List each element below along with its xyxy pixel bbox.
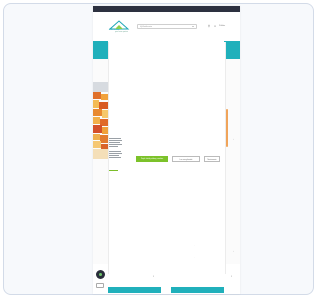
cookie-settings-button[interactable]: Nastavenie [204,156,220,162]
footer-left-button[interactable] [108,287,161,293]
hero-image-roof [93,82,108,92]
necessary-only-button[interactable]: Len nevyhnutné [172,156,200,162]
search-placeholder: Vyhľadávanie [140,25,153,28]
user-icon[interactable]: ☺ [213,24,217,28]
hero-tile [93,134,100,140]
hero-tile [93,149,108,159]
pagination-dot[interactable]: · [194,256,195,259]
chevron-down-icon [192,26,194,27]
hero-tile [93,109,102,116]
pagination-dot[interactable]: · [194,244,195,247]
search-icon[interactable]: ⚲ [207,24,211,28]
chat-icon[interactable] [96,270,105,279]
logo-tagline: your home partner [115,32,129,33]
menu-bar-left [93,41,108,59]
online-indicator [99,273,102,276]
scrollbar-thumb[interactable] [226,109,228,147]
expand-icon[interactable]: › [233,138,235,141]
menu-bar-right [224,41,240,59]
hero-tile [93,141,101,148]
hero-tile [93,117,100,124]
footer-right-count: 1 [231,276,232,278]
logo-text: DomRealtor [109,29,120,31]
hero-image-strip [93,59,108,264]
privacy-policy-link[interactable] [109,170,118,171]
consent-description [109,138,123,160]
search-field[interactable]: Vyhľadávanie [137,24,197,29]
right-content-strip [224,59,240,264]
mobile-page: DomRealtor your home partner Vyhľadávani… [93,6,240,294]
accept-all-cookies-button[interactable]: Prijať všetky súbory cookies [136,156,168,162]
menu-icon[interactable] [96,283,104,288]
hero-tile [99,102,108,109]
footer-right-button[interactable] [171,287,224,293]
expand-icon[interactable]: › [233,250,235,253]
footer-left-count: 1 [153,276,154,278]
hero-tile [93,92,101,99]
hero-tile [100,135,108,143]
hero-tile [101,94,108,100]
hero-tile [93,125,102,133]
login-link[interactable]: Prihlás [219,25,225,27]
